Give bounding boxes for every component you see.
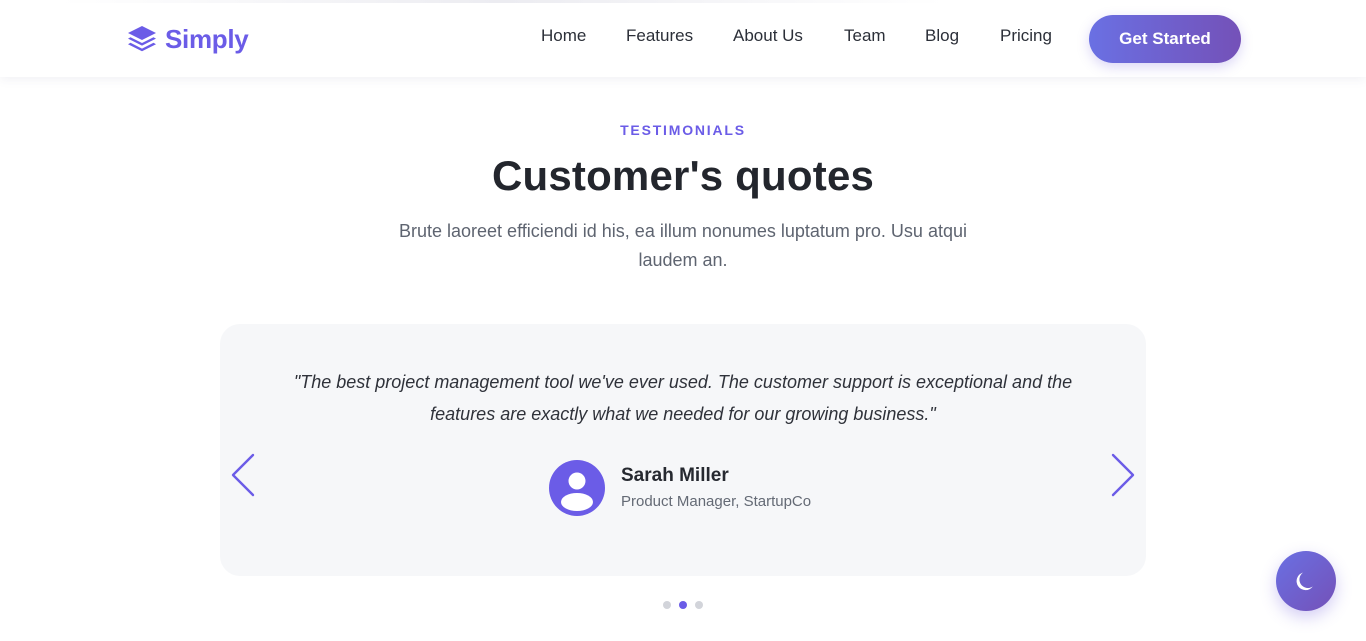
- carousel-dots: [663, 601, 703, 610]
- author-info: Sarah Miller Product Manager, StartupCo: [621, 464, 811, 512]
- author-name: Sarah Miller: [621, 465, 729, 486]
- nav-link-pricing[interactable]: Pricing: [1000, 24, 1052, 48]
- get-started-button[interactable]: Get Started: [1089, 15, 1241, 63]
- nav-link-team[interactable]: Team: [844, 24, 886, 48]
- user-icon: [561, 472, 593, 511]
- carousel-dot-2[interactable]: [679, 601, 687, 609]
- nav-link-home[interactable]: Home: [541, 24, 586, 48]
- brand-name: Simply: [165, 23, 249, 54]
- nav-link-blog[interactable]: Blog: [925, 24, 959, 48]
- section-subtitle: Brute laoreet efficiendi id his, ea illu…: [399, 221, 967, 270]
- carousel-dot-1[interactable]: [663, 601, 671, 609]
- carousel-prev-button[interactable]: [229, 452, 259, 498]
- layers-icon: [128, 26, 156, 52]
- theme-toggle-button[interactable]: [1276, 551, 1336, 611]
- avatar: [549, 460, 605, 516]
- navbar: Simply Home Features About Us Team Blog …: [0, 0, 1366, 77]
- testimonial-author: Sarah Miller Product Manager, StartupCo: [549, 460, 811, 516]
- nav-link-about-us[interactable]: About Us: [733, 24, 803, 48]
- section-eyebrow: TESTIMONIALS: [620, 122, 746, 138]
- testimonial-quote: "The best project management tool we've …: [293, 372, 1073, 424]
- chevron-left-icon: [231, 453, 255, 497]
- carousel-next-button[interactable]: [1107, 452, 1137, 498]
- moon-icon: [1296, 572, 1313, 591]
- carousel-dot-3[interactable]: [695, 601, 703, 609]
- chevron-right-icon: [1111, 453, 1135, 497]
- author-role: Product Manager, StartupCo: [621, 493, 812, 510]
- brand-logo[interactable]: Simply: [126, 22, 249, 56]
- testimonial-card: "The best project management tool we've …: [220, 324, 1146, 576]
- nav-link-features[interactable]: Features: [626, 24, 693, 48]
- section-title: Customer's quotes: [491, 152, 875, 199]
- navbar-top-border: [60, 0, 945, 3]
